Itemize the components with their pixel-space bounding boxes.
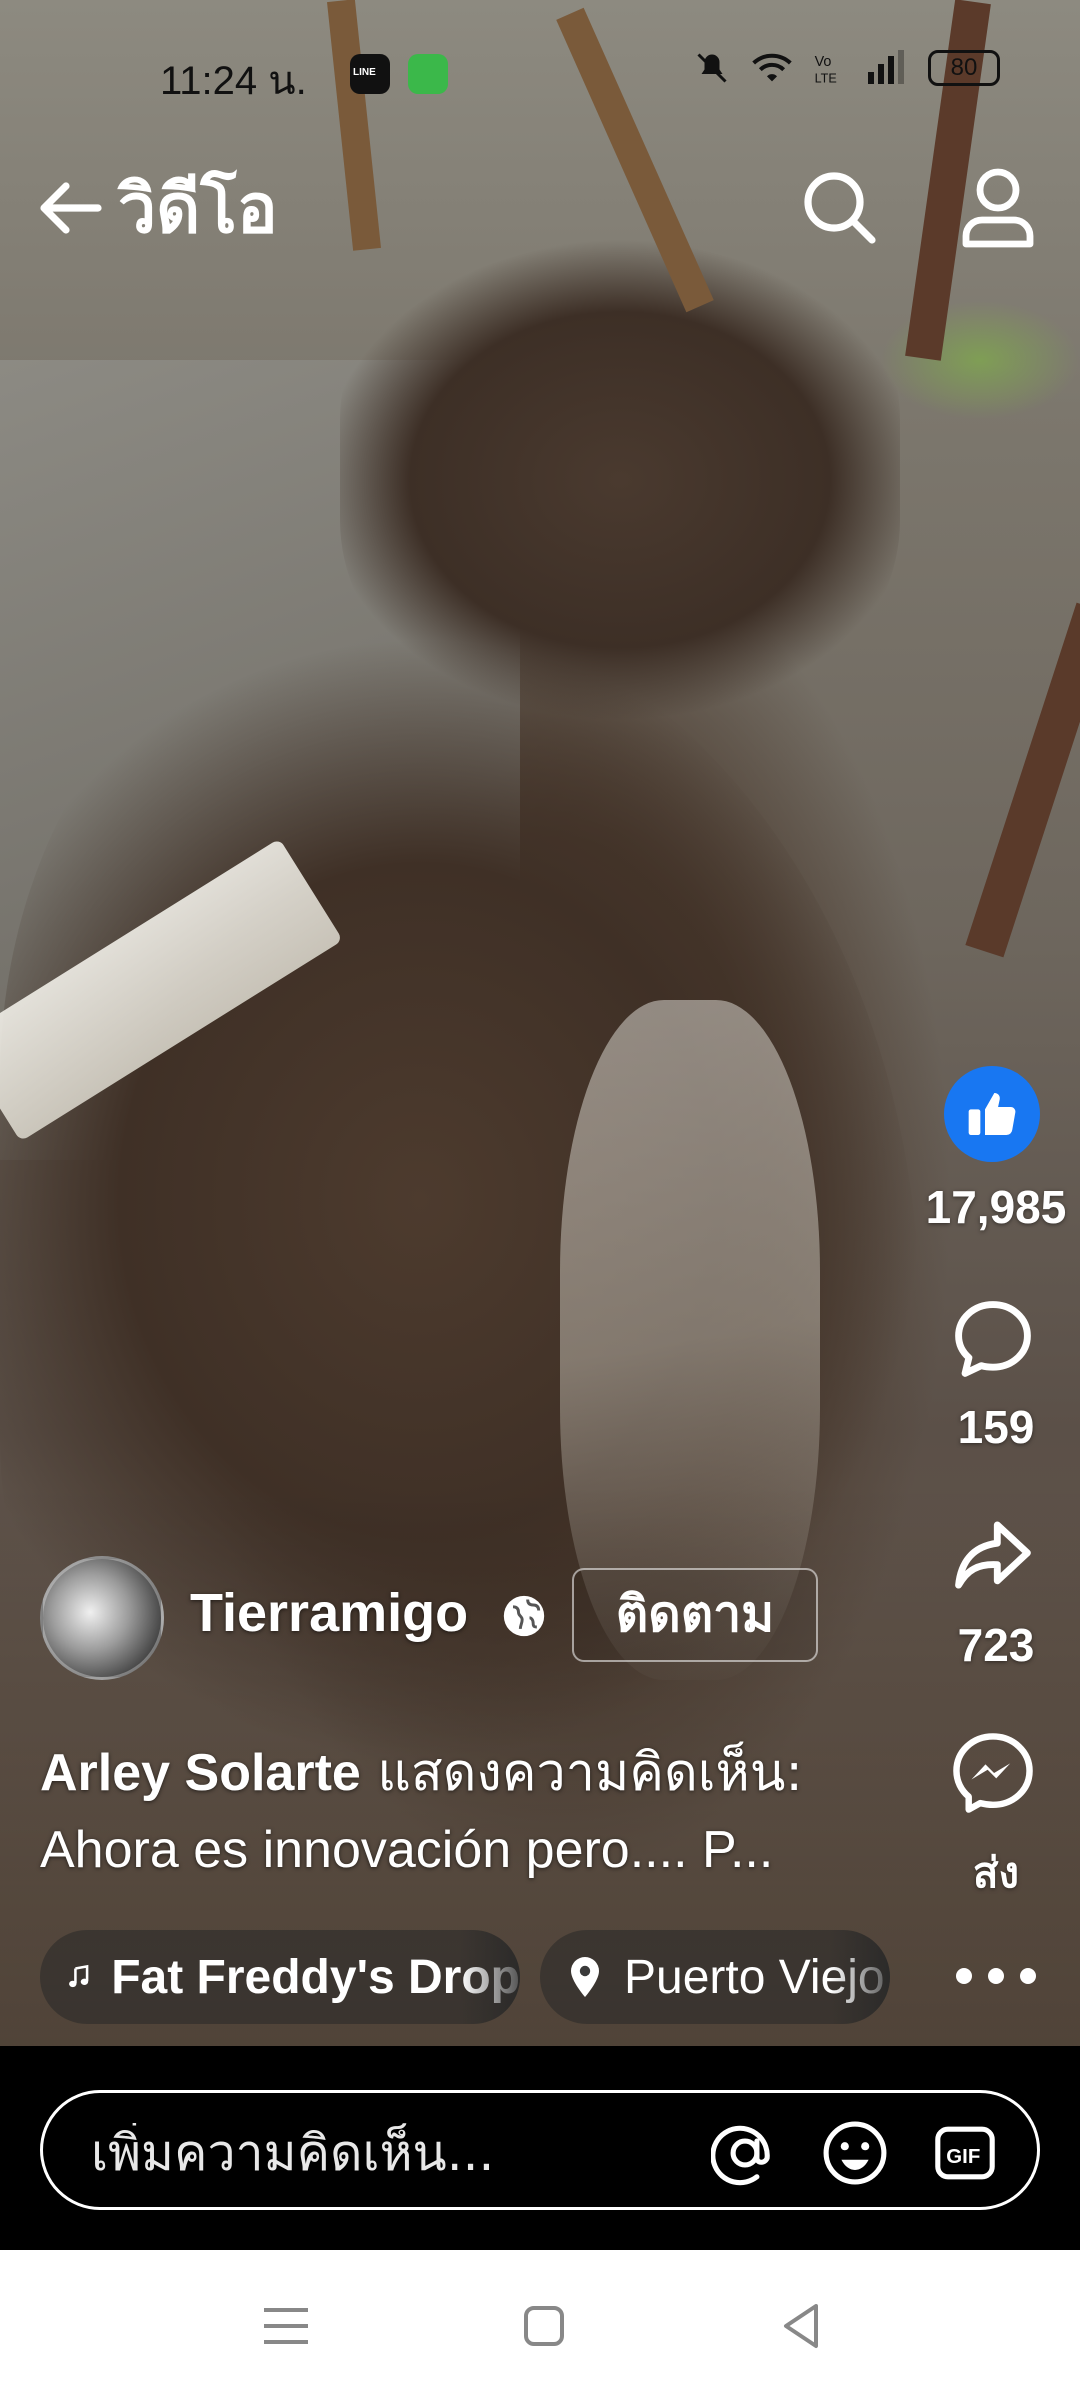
top-app-bar: วิดีโอ [0,150,1080,270]
comment-box[interactable]: GIF [40,2090,1040,2210]
volte-icon: VoLTE [815,54,837,85]
like-count: 17,985 [925,1181,1067,1233]
at-icon[interactable] [711,2119,779,2187]
emoji-icon[interactable] [821,2119,889,2187]
back-icon[interactable] [772,2296,832,2356]
follow-button[interactable]: ติดตาม [572,1568,818,1662]
globe-icon [503,1595,545,1637]
channel-name[interactable]: Tierramigo [190,1582,468,1644]
mute-icon [697,53,727,83]
music-note-icon [69,1964,89,1988]
send-label: ส่ง [972,1848,1020,1897]
share-icon[interactable] [950,1512,1036,1598]
comment-author: Arley Solarte [40,1744,361,1802]
messenger-icon[interactable] [950,1730,1036,1816]
more-dot [1020,1968,1036,1984]
arrow-left-icon[interactable] [30,168,110,248]
gif-icon[interactable]: GIF [931,2119,999,2187]
person-icon[interactable] [958,166,1038,250]
top-comment[interactable]: Arley Solarte แสดงความคิดเห็น: [40,1730,803,1813]
more-dot [956,1968,972,1984]
page-title: วิดีโอ [118,170,278,249]
music-chip[interactable]: Fat Freddy's Drop [40,1930,520,2024]
video-beam [965,602,1080,958]
music-title: Fat Freddy's Drop [111,1950,520,2004]
comment-icon[interactable] [950,1296,1036,1382]
wifi-icon [752,53,792,82]
like-button[interactable] [944,1066,1040,1162]
comment-input[interactable] [91,2123,691,2183]
search-icon[interactable] [800,168,880,248]
status-indicators: Vo LTE 80 [694,50,1000,86]
location-chip[interactable]: Puerto Viejo [540,1930,890,2024]
comment-text[interactable]: Ahora es innovación pero.... P... [40,1820,773,1880]
share-count: 723 [957,1619,1035,1671]
menu-icon[interactable] [256,2296,316,2356]
home-icon[interactable] [514,2296,574,2356]
more-options-icon[interactable] [956,1956,1036,1996]
location-name: Puerto Viejo [624,1950,885,2004]
battery-indicator: 80 [928,50,1000,86]
avatar[interactable] [40,1556,164,1680]
svg-text:LTE: LTE [815,71,837,85]
location-pin-icon [571,1957,599,1997]
thumbs-up-icon [968,1093,1016,1135]
status-bar: 11:24 น. VoLTE 80 [0,0,1080,140]
signal-icon [868,50,904,84]
comment-count: 159 [957,1401,1035,1453]
status-time: 11:24 น. [160,59,307,103]
comment-verb: แสดงความคิดเห็น: [360,1743,803,1803]
system-nav-bar [0,2250,1080,2400]
more-dot [988,1968,1004,1984]
svg-text:Vo: Vo [815,54,832,70]
messages-icon [408,54,448,94]
line-icon [350,54,390,94]
svg-text:GIF: GIF [946,2146,980,2168]
